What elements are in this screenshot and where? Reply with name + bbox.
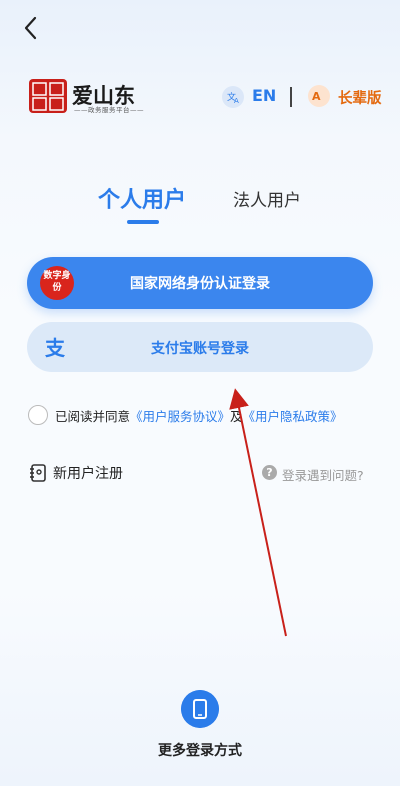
agreement-text: 已阅读并同意《用户服务协议》及《用户隐私政策》 <box>55 406 343 425</box>
privacy-policy-link[interactable]: 《用户隐私政策》 <box>243 409 343 424</box>
agreement-prefix: 已阅读并同意 <box>55 409 131 424</box>
seal-logo-icon <box>29 79 67 113</box>
language-toggle[interactable]: EN <box>252 86 276 105</box>
register-icon[interactable] <box>30 463 48 483</box>
national-id-login-label: 国家网络身份认证登录 <box>130 276 270 292</box>
tab-legal-user[interactable]: 法人用户 <box>233 186 301 211</box>
brand-subtitle: ——政务服务平台—— <box>74 106 144 114</box>
agreement-checkbox[interactable] <box>28 405 48 425</box>
tab-personal-user[interactable]: 个人用户 <box>98 182 186 214</box>
elder-mode-toggle[interactable]: 长辈版 <box>338 87 382 108</box>
new-user-register-link[interactable]: 新用户注册 <box>53 463 123 483</box>
header-divider <box>290 87 292 107</box>
more-login-options-icon[interactable] <box>181 690 219 728</box>
back-chevron-icon[interactable] <box>18 14 46 42</box>
agreement-conjunction: 及 <box>230 409 243 424</box>
tab-active-indicator <box>127 220 159 224</box>
login-help-link[interactable]: 登录遇到问题? <box>282 465 364 484</box>
more-login-options-label[interactable]: 更多登录方式 <box>0 740 400 760</box>
svg-text:A: A <box>234 97 239 105</box>
help-question-icon[interactable]: ? <box>262 465 277 480</box>
alipay-login-label: 支付宝账号登录 <box>151 341 249 357</box>
translate-icon[interactable]: 文 A <box>222 86 244 108</box>
elder-mode-icon[interactable]: A <box>308 85 330 107</box>
service-agreement-link[interactable]: 《用户服务协议》 <box>130 409 230 424</box>
annotation-arrow-icon <box>229 388 287 637</box>
svg-text:A: A <box>312 90 321 103</box>
